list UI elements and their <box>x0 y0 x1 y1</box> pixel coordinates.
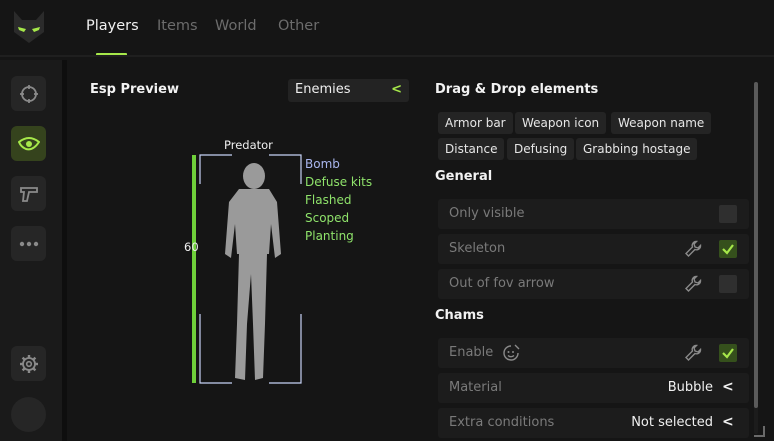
team-filter-value: Enemies <box>295 82 351 97</box>
drag-drop-title: Drag & Drop elements <box>435 82 599 97</box>
flag-scoped[interactable]: Scoped <box>305 209 372 227</box>
only-visible-row[interactable]: Only visible <box>438 199 749 229</box>
flag-flashed[interactable]: Flashed <box>305 191 372 209</box>
flag-planting[interactable]: Planting <box>305 227 372 245</box>
eye-icon <box>17 136 40 150</box>
chams-extra-conditions-row[interactable]: Extra conditions Not selected < <box>438 408 749 438</box>
chevron-left-icon[interactable]: < <box>722 414 734 430</box>
checkmark-icon <box>722 348 734 359</box>
skeleton-row[interactable]: Skeleton <box>438 234 749 264</box>
sidebar-item-visuals[interactable] <box>11 126 46 161</box>
wrench-icon[interactable] <box>684 344 702 362</box>
esp-preview-title: Esp Preview <box>90 82 179 97</box>
chip-distance[interactable]: Distance <box>438 138 505 160</box>
skeleton-checkbox[interactable] <box>719 240 737 258</box>
chip-weapon-icon[interactable]: Weapon icon <box>515 112 607 134</box>
more-icon <box>19 241 38 246</box>
chams-enable-row[interactable]: Enable <box>438 338 749 368</box>
tab-other[interactable]: Other <box>278 18 319 34</box>
out-of-fov-arrow-checkbox[interactable] <box>719 275 737 293</box>
esp-health-value[interactable]: 60 <box>184 240 199 254</box>
chip-weapon-name[interactable]: Weapon name <box>611 112 712 134</box>
flag-bomb[interactable]: Bomb <box>305 155 372 173</box>
tab-world[interactable]: World <box>215 18 257 34</box>
player-model <box>225 163 281 380</box>
chip-armor-bar[interactable]: Armor bar <box>438 112 513 134</box>
tab-items[interactable]: Items <box>157 18 198 34</box>
emoji-icon <box>503 344 520 361</box>
chip-grabbing-hostage[interactable]: Grabbing hostage <box>576 138 698 160</box>
flag-defuse-kits[interactable]: Defuse kits <box>305 173 372 191</box>
pistol-icon <box>19 186 38 202</box>
sidebar-item-aim[interactable] <box>11 76 46 111</box>
top-bar: Players Items World Other <box>0 0 774 55</box>
sidebar-item-settings[interactable] <box>11 346 46 381</box>
tab-players[interactable]: Players <box>86 18 139 34</box>
chams-extra-conditions-value[interactable]: Not selected <box>631 415 713 430</box>
divider <box>0 55 774 57</box>
crosshair-icon <box>19 84 38 103</box>
general-section-title: General <box>435 169 493 184</box>
app-logo-icon <box>14 11 44 43</box>
only-visible-checkbox[interactable] <box>719 205 737 223</box>
gear-icon <box>19 354 38 373</box>
skeleton-label: Skeleton <box>449 241 506 256</box>
wrench-icon[interactable] <box>684 275 702 293</box>
esp-health-fill <box>192 155 196 383</box>
team-filter-dropdown[interactable]: Enemies < <box>288 79 409 102</box>
scrollbar[interactable] <box>754 82 758 434</box>
resize-handle-icon[interactable] <box>752 424 766 438</box>
chams-extra-conditions-label: Extra conditions <box>449 415 555 430</box>
only-visible-label: Only visible <box>449 206 525 221</box>
scrollbar-thumb[interactable] <box>754 82 758 408</box>
esp-health-bar[interactable] <box>192 155 196 383</box>
chams-material-label: Material <box>449 380 502 395</box>
avatar[interactable] <box>11 397 46 432</box>
chevron-left-icon: < <box>391 82 402 97</box>
chip-defusing[interactable]: Defusing <box>507 138 575 160</box>
esp-box[interactable] <box>199 154 303 386</box>
sidebar <box>0 60 62 441</box>
sidebar-item-weapons[interactable] <box>11 176 46 211</box>
chams-material-value[interactable]: Bubble <box>668 380 713 395</box>
out-of-fov-arrow-row[interactable]: Out of fov arrow <box>438 269 749 299</box>
sidebar-item-more[interactable] <box>11 226 46 261</box>
checkmark-icon <box>722 244 734 255</box>
chams-enable-checkbox[interactable] <box>719 344 737 362</box>
esp-flags: Bomb Defuse kits Flashed Scoped Planting <box>305 155 372 245</box>
wrench-icon[interactable] <box>684 240 702 258</box>
chevron-left-icon[interactable]: < <box>722 379 734 395</box>
chams-material-row[interactable]: Material Bubble < <box>438 373 749 403</box>
out-of-fov-arrow-label: Out of fov arrow <box>449 276 555 291</box>
esp-player-name[interactable]: Predator <box>224 138 273 152</box>
chams-section-title: Chams <box>435 308 484 323</box>
chams-enable-label: Enable <box>449 345 494 360</box>
